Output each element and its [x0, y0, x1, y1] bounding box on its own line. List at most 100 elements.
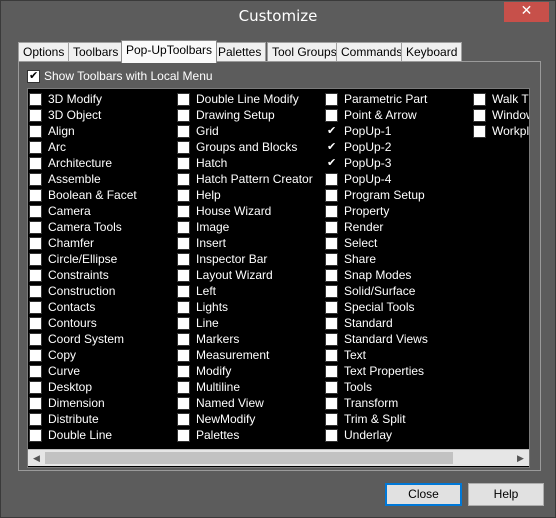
list-item[interactable]: Parametric Part	[324, 91, 428, 107]
list-item[interactable]: Contours	[28, 315, 137, 331]
list-item[interactable]: Help	[176, 187, 313, 203]
item-checkbox[interactable]	[325, 332, 338, 346]
item-checkbox[interactable]	[29, 108, 42, 122]
list-item[interactable]: Trim & Split	[324, 411, 428, 427]
item-checkbox[interactable]	[29, 316, 42, 330]
list-item[interactable]: Curve	[28, 363, 137, 379]
list-item[interactable]: Distribute	[28, 411, 137, 427]
list-item[interactable]: Assemble	[28, 171, 137, 187]
list-item[interactable]: Tools	[324, 379, 428, 395]
item-checkbox[interactable]	[325, 348, 338, 362]
item-checkbox[interactable]	[325, 172, 338, 186]
list-item[interactable]: Grid	[176, 123, 313, 139]
tab-commands[interactable]: Commands	[336, 42, 408, 62]
list-item[interactable]: Special Tools	[324, 299, 428, 315]
item-checkbox[interactable]	[29, 268, 42, 282]
list-item[interactable]: Drawing Setup	[176, 107, 313, 123]
item-checkbox[interactable]	[29, 124, 42, 138]
list-item[interactable]: Groups and Blocks	[176, 139, 313, 155]
item-checkbox[interactable]	[325, 92, 338, 106]
item-checkbox[interactable]	[325, 156, 338, 170]
item-checkbox[interactable]	[325, 364, 338, 378]
item-checkbox[interactable]	[325, 428, 338, 442]
list-item[interactable]: Program Setup	[324, 187, 428, 203]
tab-popup-toolbars[interactable]: Pop-UpToolbars	[121, 40, 218, 63]
tab-tool-groups[interactable]: Tool Groups	[267, 42, 342, 62]
item-checkbox[interactable]	[325, 300, 338, 314]
list-item[interactable]: Render	[324, 219, 428, 235]
item-checkbox[interactable]	[325, 316, 338, 330]
list-item[interactable]: Double Line Modify	[176, 91, 313, 107]
list-item[interactable]: 3D Object	[28, 107, 137, 123]
item-checkbox[interactable]	[325, 252, 338, 266]
item-checkbox[interactable]	[325, 108, 338, 122]
item-checkbox[interactable]	[29, 172, 42, 186]
item-checkbox[interactable]	[325, 284, 338, 298]
item-checkbox[interactable]	[473, 108, 486, 122]
item-checkbox[interactable]	[325, 412, 338, 426]
item-checkbox[interactable]	[29, 364, 42, 378]
toolbar-checklist[interactable]: 3D Modify 3D Object Align Arc Architecture As…	[27, 88, 530, 468]
list-item[interactable]: Copy	[28, 347, 137, 363]
item-checkbox[interactable]	[177, 124, 190, 138]
list-item[interactable]: Arc	[28, 139, 137, 155]
item-checkbox[interactable]	[473, 92, 486, 106]
list-item[interactable]: Dimension	[28, 395, 137, 411]
list-item[interactable]: Constraints	[28, 267, 137, 283]
list-item[interactable]: Point & Arrow	[324, 107, 428, 123]
item-checkbox[interactable]	[473, 124, 486, 138]
list-item[interactable]: Line	[176, 315, 313, 331]
item-checkbox[interactable]	[29, 332, 42, 346]
help-button[interactable]: Help	[468, 483, 544, 506]
list-item[interactable]: Construction	[28, 283, 137, 299]
item-checkbox[interactable]	[177, 108, 190, 122]
item-checkbox[interactable]	[325, 204, 338, 218]
item-checkbox[interactable]	[29, 396, 42, 410]
item-checkbox[interactable]	[177, 380, 190, 394]
item-checkbox[interactable]	[177, 188, 190, 202]
list-item[interactable]: Double Line	[28, 427, 137, 443]
item-checkbox[interactable]	[29, 92, 42, 106]
list-item[interactable]: Desktop	[28, 379, 137, 395]
list-item[interactable]: Insert	[176, 235, 313, 251]
list-item[interactable]: Multiline	[176, 379, 313, 395]
item-checkbox[interactable]	[29, 188, 42, 202]
item-checkbox[interactable]	[177, 332, 190, 346]
list-item[interactable]: Snap Modes	[324, 267, 428, 283]
item-checkbox[interactable]	[29, 300, 42, 314]
list-item[interactable]: Coord System	[28, 331, 137, 347]
list-item[interactable]: Solid/Surface	[324, 283, 428, 299]
list-item[interactable]: Boolean & Facet	[28, 187, 137, 203]
list-item[interactable]: PopUp-1	[324, 123, 428, 139]
list-item[interactable]: Markers	[176, 331, 313, 347]
list-item[interactable]: Camera	[28, 203, 137, 219]
close-button[interactable]: Close	[385, 483, 462, 506]
list-item[interactable]: House Wizard	[176, 203, 313, 219]
list-item[interactable]: Transform	[324, 395, 428, 411]
item-checkbox[interactable]	[177, 204, 190, 218]
item-checkbox[interactable]	[177, 156, 190, 170]
item-checkbox[interactable]	[325, 220, 338, 234]
list-item[interactable]: Standard	[324, 315, 428, 331]
item-checkbox[interactable]	[325, 124, 338, 138]
item-checkbox[interactable]	[177, 428, 190, 442]
list-item[interactable]: Lights	[176, 299, 313, 315]
list-item[interactable]: Modify	[176, 363, 313, 379]
item-checkbox[interactable]	[177, 348, 190, 362]
list-item[interactable]: Property	[324, 203, 428, 219]
list-item[interactable]: PopUp-3	[324, 155, 428, 171]
list-item[interactable]: Inspector Bar	[176, 251, 313, 267]
list-item[interactable]: Text	[324, 347, 428, 363]
list-item[interactable]: Named View	[176, 395, 313, 411]
list-item[interactable]: Text Properties	[324, 363, 428, 379]
list-item[interactable]: Workpla	[472, 123, 529, 139]
item-checkbox[interactable]	[29, 236, 42, 250]
item-checkbox[interactable]	[29, 428, 42, 442]
show-local-menu-option[interactable]: Show Toolbars with Local Menu	[27, 69, 213, 83]
title-bar[interactable]: Customize ✕	[1, 1, 555, 32]
item-checkbox[interactable]	[325, 268, 338, 282]
window-close-button[interactable]: ✕	[504, 2, 549, 22]
item-checkbox[interactable]	[177, 268, 190, 282]
item-checkbox[interactable]	[177, 284, 190, 298]
item-checkbox[interactable]	[177, 236, 190, 250]
